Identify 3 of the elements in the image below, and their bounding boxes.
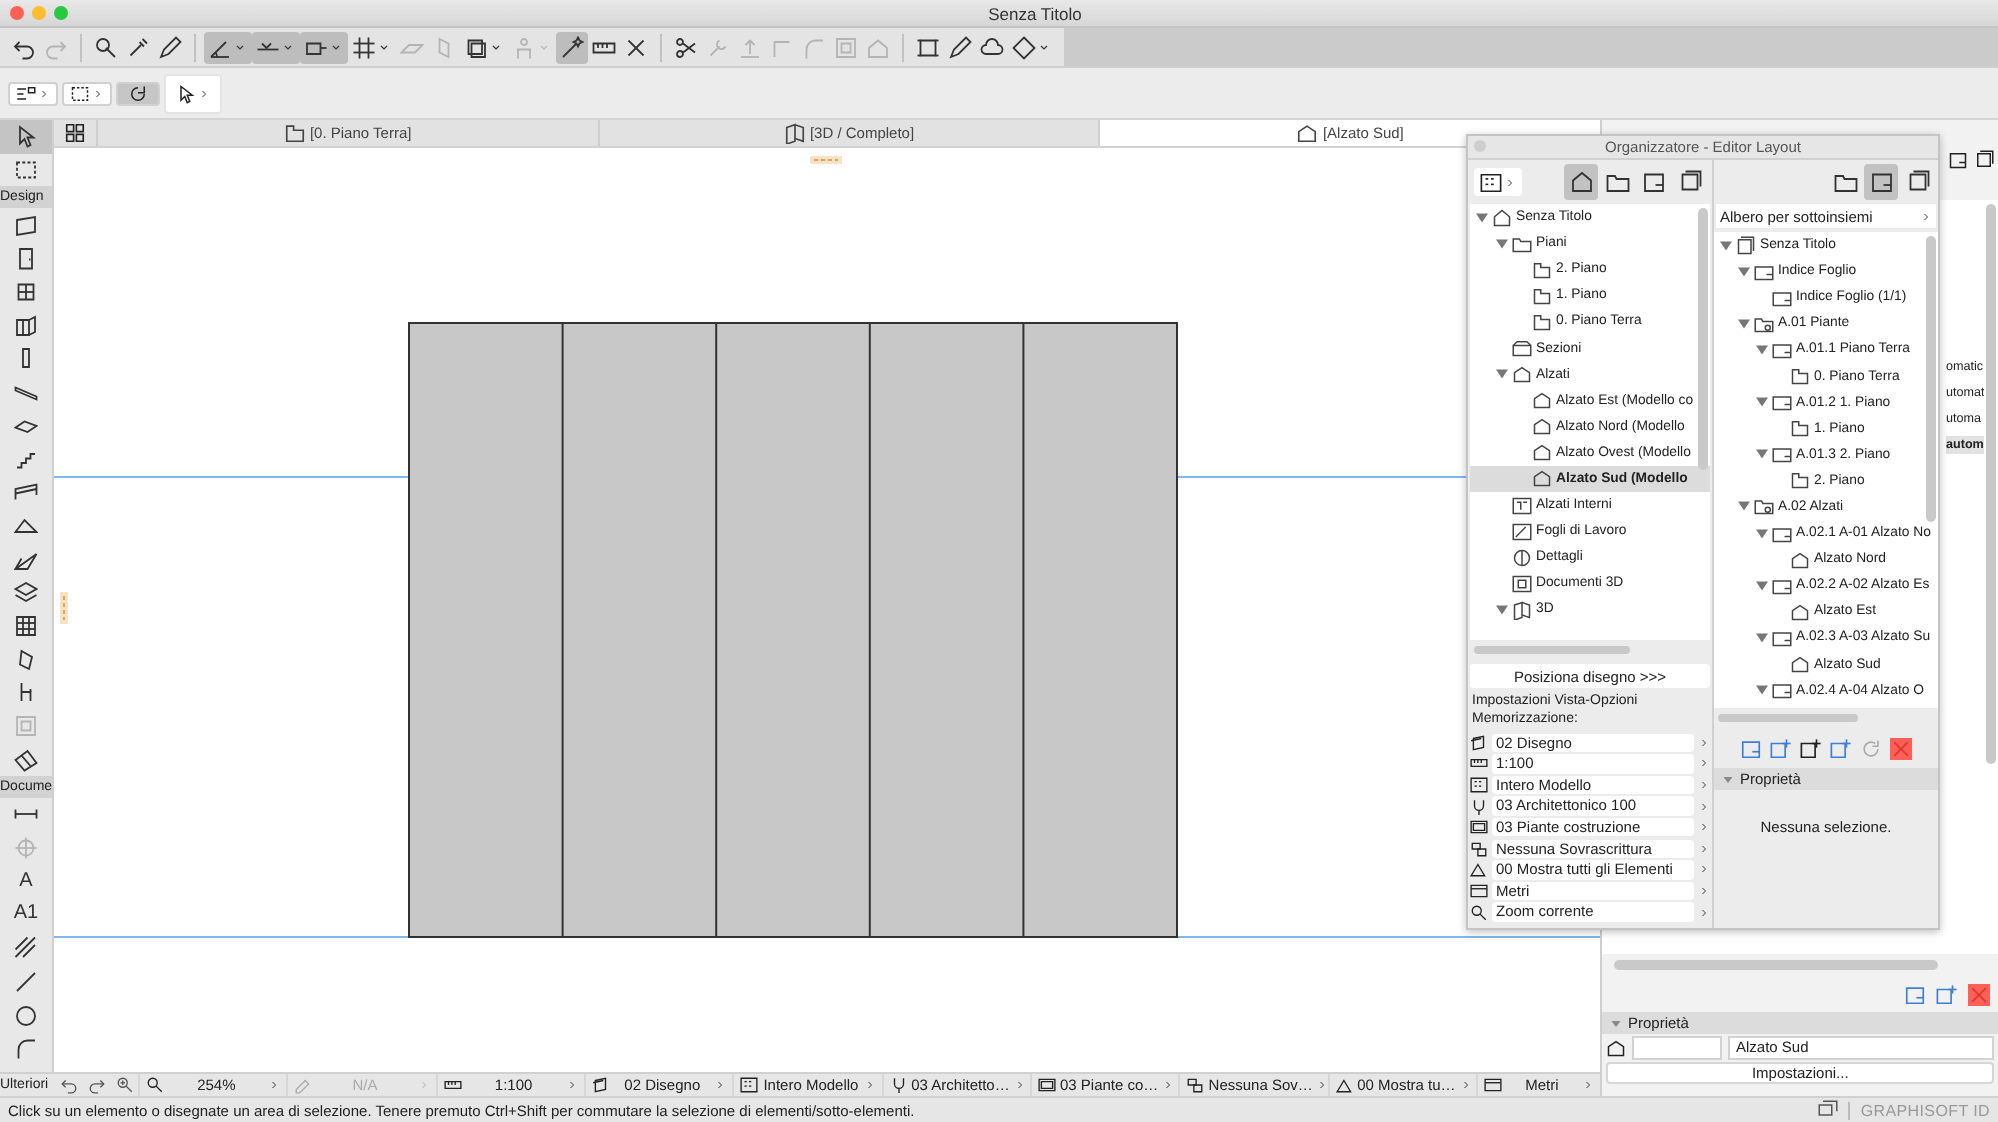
window-title: Senza Titolo [988,3,1082,23]
label-tool[interactable]: A1 [0,898,52,932]
text-tool[interactable]: A [0,864,52,899]
